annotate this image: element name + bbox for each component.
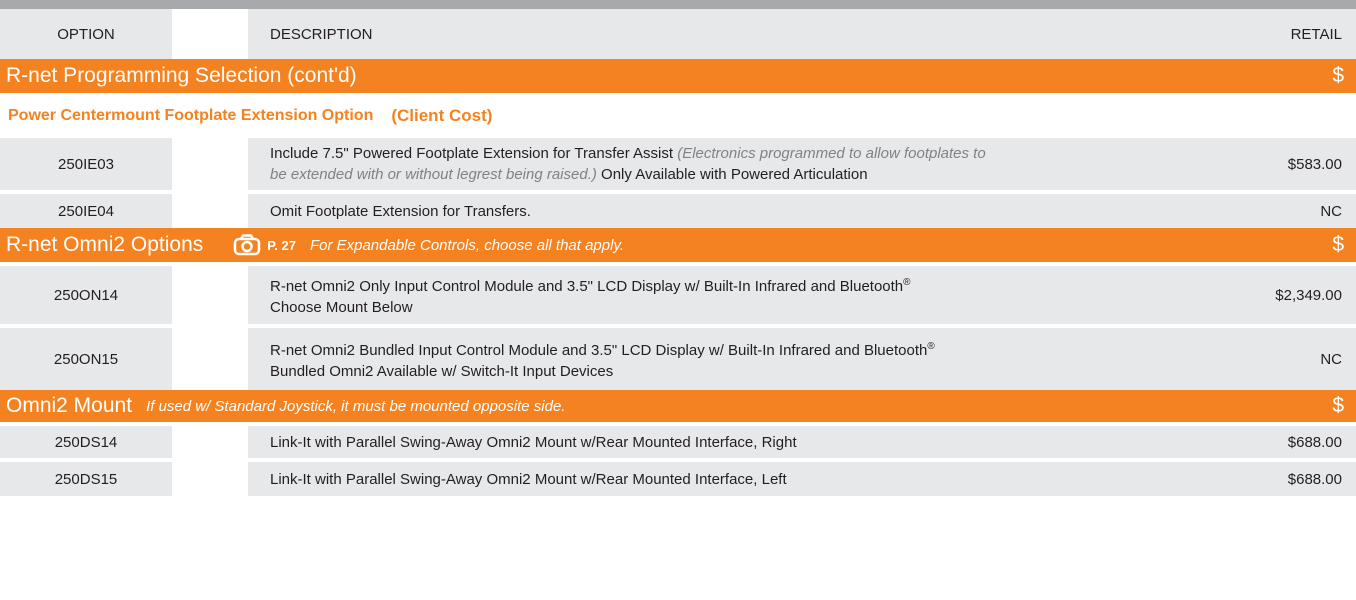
option-code: 250IE04 (0, 194, 172, 228)
image-cell (172, 138, 248, 190)
table-row[interactable]: 250ON14 R-net Omni2 Only Input Control M… (0, 266, 1356, 324)
option-code: 250DS14 (0, 426, 172, 458)
table-row[interactable]: 250DS14 Link-It with Parallel Swing-Away… (0, 426, 1356, 458)
registered-mark: ® (927, 341, 935, 352)
desc-tail: Only Available with Powered Articulation (596, 166, 868, 183)
section-mount: Omni2 Mount If used w/ Standard Joystick… (0, 390, 1356, 422)
option-description: Omit Footplate Extension for Transfers. (248, 194, 1231, 228)
header-description: DESCRIPTION (248, 9, 1231, 59)
option-code: 250DS15 (0, 462, 172, 496)
option-description: Link-It with Parallel Swing-Away Omni2 M… (248, 426, 1231, 458)
option-price: $2,349.00 (1231, 266, 1356, 324)
top-bar (0, 0, 1356, 9)
header-option: OPTION (0, 9, 172, 59)
table-header: OPTION DESCRIPTION RETAIL (0, 9, 1356, 59)
option-price: NC (1231, 328, 1356, 390)
desc-text: R-net Omni2 Only Input Control Module an… (270, 278, 904, 295)
image-cell (172, 426, 248, 458)
image-cell (172, 266, 248, 324)
desc-line-2: Bundled Omni2 Available w/ Switch-It Inp… (270, 363, 614, 380)
image-cell (172, 328, 248, 390)
desc-note: (Electronics programmed to allow footpla… (677, 145, 986, 162)
header-image-column (172, 9, 248, 59)
section-dollar: $ (1332, 394, 1344, 417)
table-row[interactable]: 250DS15 Link-It with Parallel Swing-Away… (0, 462, 1356, 496)
desc-note-2: be extended with or without legrest bein… (270, 166, 597, 183)
subsection-title: Power Centermount Footplate Extension Op… (8, 106, 374, 124)
desc-line-2: Choose Mount Below (270, 299, 413, 316)
section-title: R-net Omni2 Options (6, 233, 204, 256)
option-description: Include 7.5" Powered Footplate Extension… (248, 138, 1231, 190)
image-cell (172, 462, 248, 496)
table-row[interactable]: 250IE03 Include 7.5" Powered Footplate E… (0, 138, 1356, 190)
subsection-cost: (Client Cost) (391, 105, 493, 125)
option-price: $688.00 (1231, 462, 1356, 496)
header-retail: RETAIL (1231, 9, 1356, 59)
option-code: 250ON15 (0, 328, 172, 390)
option-code: 250IE03 (0, 138, 172, 190)
option-description: R-net Omni2 Only Input Control Module an… (248, 266, 1231, 324)
section-title: Omni2 Mount (6, 394, 133, 417)
option-code: 250ON14 (0, 266, 172, 324)
section-dollar: $ (1332, 64, 1344, 87)
camera-icon[interactable] (233, 234, 261, 256)
option-price: NC (1231, 194, 1356, 228)
section-programming: R-net Programming Selection (cont'd) $ (0, 59, 1356, 93)
option-description: R-net Omni2 Bundled Input Control Module… (248, 328, 1231, 390)
section-dollar: $ (1332, 233, 1344, 256)
page-reference[interactable]: P. 27 (267, 238, 296, 253)
section-note: If used w/ Standard Joystick, it must be… (146, 397, 566, 415)
desc-text: Include 7.5" Powered Footplate Extension… (270, 145, 678, 162)
option-description: Link-It with Parallel Swing-Away Omni2 M… (248, 462, 1231, 496)
table-row[interactable]: 250ON15 R-net Omni2 Bundled Input Contro… (0, 328, 1356, 390)
registered-mark: ® (903, 277, 911, 288)
subsection-footplate: Power Centermount Footplate Extension Op… (0, 93, 1356, 138)
desc-text: R-net Omni2 Bundled Input Control Module… (270, 342, 928, 359)
section-omni2: R-net Omni2 Options P. 27 For Expandable… (0, 228, 1356, 262)
image-cell (172, 194, 248, 228)
table-row[interactable]: 250IE04 Omit Footplate Extension for Tra… (0, 194, 1356, 228)
section-note: For Expandable Controls, choose all that… (309, 236, 625, 254)
option-price: $688.00 (1231, 426, 1356, 458)
section-title: R-net Programming Selection (cont'd) (6, 64, 357, 87)
option-price: $583.00 (1231, 138, 1356, 190)
